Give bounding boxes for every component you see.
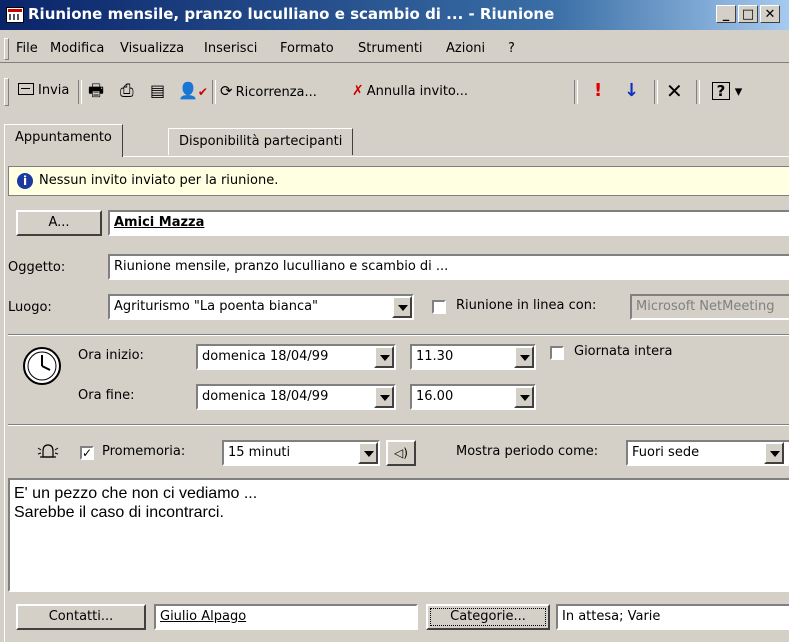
tab-disponibilita[interactable]: Disponibilità partecipanti	[168, 128, 354, 155]
print-icon[interactable]: 🖶	[88, 79, 104, 103]
window-title: Riunione mensile, pranzo luculliano e sc…	[28, 5, 555, 23]
send-icon	[18, 83, 34, 95]
menu-formato[interactable]: Formato	[280, 41, 334, 56]
notes-line: Sarebbe il caso di incontrarci.	[14, 504, 224, 521]
menu-strumenti[interactable]: Strumenti	[358, 41, 423, 56]
delete-icon[interactable]: ✕	[666, 79, 683, 103]
menu-file[interactable]: File	[16, 41, 38, 56]
close-button[interactable]: ✕	[760, 5, 780, 23]
notes-area[interactable]: E' un pezzo che non ci vediamo ... Sareb…	[8, 478, 789, 592]
show-as-label: Mostra periodo come:	[456, 444, 599, 459]
location-field[interactable]: Agriturismo "La poenta bianca"	[108, 294, 414, 320]
menu-inserisci[interactable]: Inserisci	[204, 41, 257, 56]
info-icon: i	[17, 173, 33, 189]
bell-icon	[36, 440, 60, 464]
categories-field[interactable]: In attesa; Varie	[556, 604, 789, 630]
recurrence-icon: ⟳	[220, 82, 233, 100]
toolbar-separator	[212, 80, 216, 104]
subject-field[interactable]: Riunione mensile, pranzo luculliano e sc…	[108, 254, 789, 280]
calendar-icon	[6, 7, 24, 23]
send-label: Invia	[38, 83, 70, 98]
to-button[interactable]: A...	[16, 210, 102, 236]
importance-low-icon[interactable]: ↓	[624, 79, 639, 103]
location-dropdown-button[interactable]	[392, 296, 412, 318]
send-button[interactable]: Invia	[18, 79, 69, 103]
attach-icon[interactable]: ⎙	[120, 79, 134, 103]
section-divider	[8, 334, 789, 336]
info-text: Nessun invito inviato per la riunione.	[39, 173, 279, 188]
end-date-dropdown-button[interactable]	[374, 386, 394, 408]
cancel-invite-label: Annulla invito...	[366, 84, 469, 99]
appointment-window: Riunione mensile, pranzo luculliano e sc…	[0, 0, 789, 642]
menu-visualizza[interactable]: Visualizza	[120, 41, 184, 56]
importance-high-icon[interactable]: !	[594, 79, 602, 103]
title-bar: Riunione mensile, pranzo luculliano e sc…	[0, 0, 789, 30]
info-bar: i Nessun invito inviato per la riunione.	[8, 166, 789, 196]
recurrence-label: Ricorrenza...	[235, 85, 317, 100]
toolbar: Invia 🖶 ⎙ ▤ 👤✔ ⟳ Ricorrenza... ✗ Annulla i…	[0, 74, 789, 108]
tab-appuntamento[interactable]: Appuntamento	[4, 124, 123, 157]
start-label: Ora inizio:	[78, 348, 144, 363]
menu-grip[interactable]	[4, 38, 9, 60]
subject-label: Oggetto:	[8, 260, 66, 275]
maximize-button[interactable]: □	[738, 5, 758, 23]
contacts-field[interactable]: Giulio Alpago	[154, 604, 418, 630]
help-icon[interactable]: ? ▾	[712, 79, 742, 103]
online-meeting-checkbox[interactable]	[432, 300, 446, 314]
end-label: Ora fine:	[78, 388, 135, 403]
all-day-label: Giornata intera	[574, 344, 673, 359]
online-meeting-field: Microsoft NetMeeting	[630, 294, 789, 320]
menu-azioni[interactable]: Azioni	[446, 41, 485, 56]
recurrence-button[interactable]: ⟳ Ricorrenza...	[220, 79, 317, 103]
clock-icon	[22, 346, 62, 386]
online-meeting-label: Riunione in linea con:	[456, 298, 597, 313]
categories-button[interactable]: Categorie...	[426, 604, 550, 630]
cancel-invite-icon: ✗	[352, 83, 364, 99]
section-divider	[8, 424, 789, 426]
menu-modifica[interactable]: Modifica	[50, 41, 104, 56]
location-label: Luogo:	[8, 300, 52, 315]
reminder-label: Promemoria:	[102, 444, 186, 459]
end-time-dropdown-button[interactable]	[514, 386, 534, 408]
reminder-field[interactable]: 15 minuti	[222, 440, 380, 466]
contacts-button[interactable]: Contatti...	[16, 604, 146, 630]
reminder-dropdown-button[interactable]	[358, 442, 378, 464]
toolbar-separator	[696, 80, 700, 104]
reminder-checkbox[interactable]: ✓	[80, 446, 94, 460]
start-date-dropdown-button[interactable]	[374, 346, 394, 368]
all-day-checkbox[interactable]	[550, 346, 564, 360]
check-names-icon[interactable]: 👤✔	[178, 79, 208, 103]
start-time-dropdown-button[interactable]	[514, 346, 534, 368]
reminder-sound-icon[interactable]: ◁)	[386, 440, 416, 466]
toolbar-separator	[574, 80, 578, 104]
minimize-button[interactable]: _	[716, 5, 736, 23]
cancel-invite-button[interactable]: ✗ Annulla invito...	[352, 79, 468, 103]
toolbar-separator	[654, 80, 658, 104]
show-as-dropdown-button[interactable]	[764, 442, 784, 464]
tab-strip: Appuntamento Disponibilità partecipanti	[0, 116, 789, 157]
start-date-field[interactable]: domenica 18/04/99	[196, 344, 396, 370]
toolbar-separator	[78, 80, 82, 104]
toolbar-grip[interactable]	[4, 78, 9, 106]
notes-line: E' un pezzo che non ci vediamo ...	[14, 485, 258, 502]
end-date-field[interactable]: domenica 18/04/99	[196, 384, 396, 410]
menu-bar: File Modifica Visualizza Inserisci Forma…	[0, 36, 789, 63]
menu-help[interactable]: ?	[508, 41, 515, 56]
to-field[interactable]: Amici Mazza	[108, 210, 789, 236]
address-book-icon[interactable]: ▤	[150, 79, 165, 103]
